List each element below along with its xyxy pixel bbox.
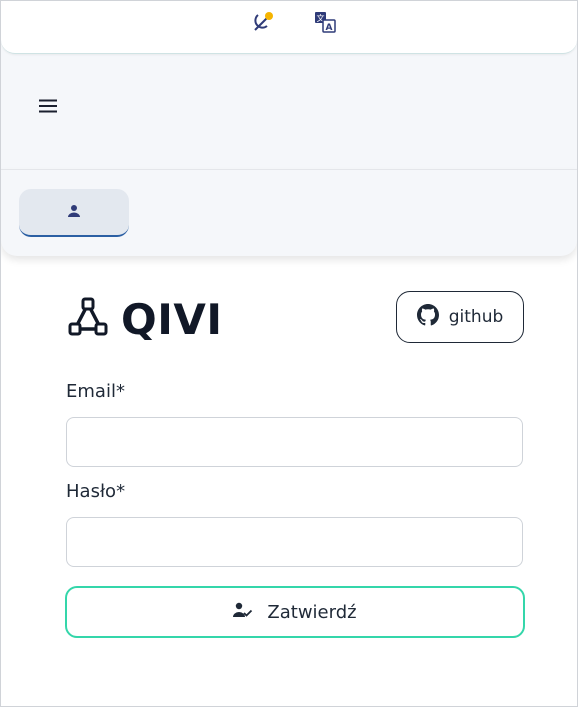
email-field[interactable] bbox=[66, 417, 523, 467]
submit-button[interactable]: Zatwierdź bbox=[65, 586, 525, 638]
graph-nodes-icon bbox=[67, 296, 109, 342]
hamburger-menu-icon bbox=[38, 98, 58, 118]
tab-user[interactable] bbox=[19, 189, 129, 237]
github-icon bbox=[416, 303, 439, 331]
tabs-panel bbox=[1, 170, 577, 256]
github-label: github bbox=[448, 307, 504, 327]
password-label: Hasło* bbox=[66, 481, 126, 502]
user-icon bbox=[67, 203, 81, 222]
app-window: 文 A QIVI github Email* Hasło* Zatwierdź bbox=[0, 0, 578, 707]
menu-panel bbox=[1, 37, 577, 170]
brand-header: QIVI bbox=[67, 294, 222, 344]
language-button[interactable]: 文 A bbox=[313, 12, 337, 36]
menu-button[interactable] bbox=[37, 97, 59, 119]
github-button[interactable]: github bbox=[396, 291, 524, 343]
theme-toggle-icon bbox=[252, 11, 274, 37]
theme-toggle-button[interactable] bbox=[251, 12, 275, 36]
brand-title: QIVI bbox=[121, 294, 223, 344]
top-toolbar: 文 A bbox=[1, 1, 577, 54]
email-label: Email* bbox=[66, 381, 125, 402]
svg-text:A: A bbox=[326, 23, 333, 33]
user-check-icon bbox=[233, 602, 253, 623]
submit-label: Zatwierdź bbox=[267, 601, 357, 623]
translate-icon: 文 A bbox=[314, 11, 336, 37]
password-field[interactable] bbox=[66, 517, 523, 567]
